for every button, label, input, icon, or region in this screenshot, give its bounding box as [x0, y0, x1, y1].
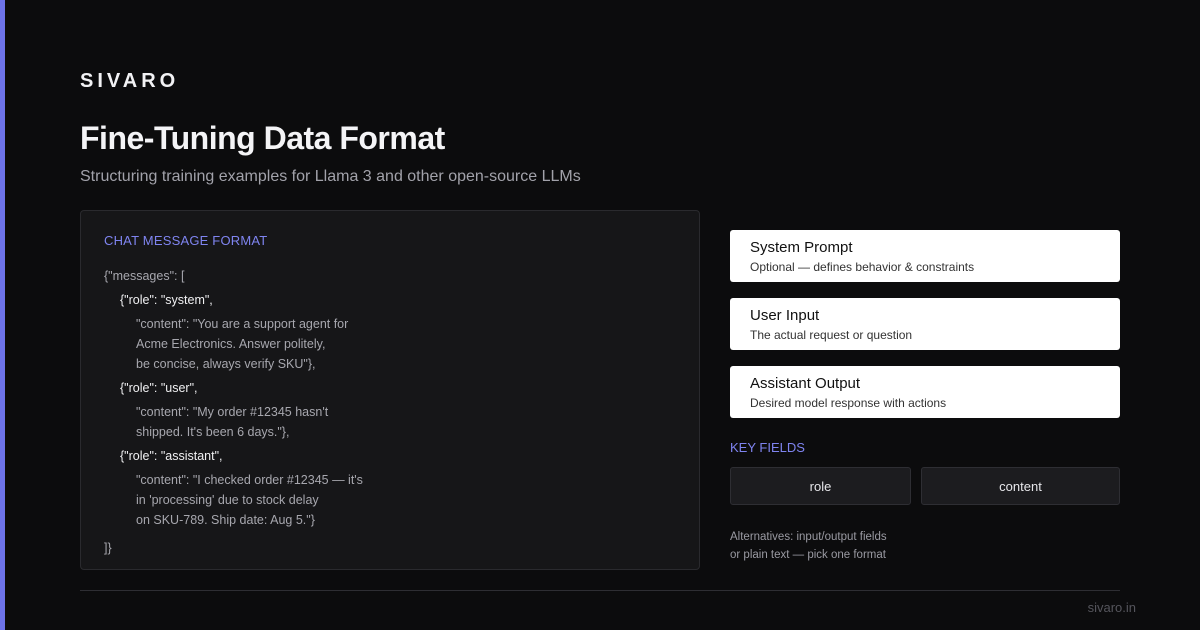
code-line: shipped. It's been 6 days."},	[136, 425, 290, 439]
left-accent-bar	[0, 0, 5, 630]
code-line-role-user: {"role": "user",	[120, 381, 198, 395]
card-description: The actual request or question	[750, 328, 913, 342]
card-system-prompt: System Prompt Optional — defines behavio…	[730, 230, 1120, 282]
code-line: on SKU-789. Ship date: Aug 5."}	[136, 513, 315, 527]
alternatives-line-2: or plain text — pick one format	[730, 549, 886, 561]
code-line: {"messages": [	[104, 269, 185, 283]
code-line: be concise, always verify SKU"},	[136, 357, 316, 371]
card-heading: User Input	[750, 307, 820, 324]
code-line: "content": "I checked order #12345 — it'…	[136, 473, 363, 487]
alternatives-note: Alternatives: input/output fields or pla…	[730, 528, 887, 564]
code-line: in 'processing' due to stock delay	[136, 493, 319, 507]
code-panel: CHAT MESSAGE FORMAT {"messages": [ {"rol…	[80, 210, 700, 570]
alternatives-line-1: Alternatives: input/output fields	[730, 531, 887, 543]
key-fields-label: KEY FIELDS	[730, 440, 805, 455]
code-line: Acme Electronics. Answer politely,	[136, 337, 326, 351]
code-line: ]}	[104, 541, 112, 555]
card-heading: Assistant Output	[750, 375, 861, 392]
code-line: "content": "You are a support agent for	[136, 317, 349, 331]
card-assistant-output: Assistant Output Desired model response …	[730, 366, 1120, 418]
key-field-content: content	[921, 467, 1120, 505]
code-line-role-assistant: {"role": "assistant",	[120, 449, 223, 463]
code-line-role-system: {"role": "system",	[120, 293, 213, 307]
code-line: "content": "My order #12345 hasn't	[136, 405, 329, 419]
footer-divider	[80, 590, 1120, 591]
card-heading: System Prompt	[750, 239, 853, 256]
footer-url: sivaro.in	[1087, 600, 1136, 615]
page-title: Fine-Tuning Data Format	[80, 120, 445, 156]
page-subtitle: Structuring training examples for Llama …	[80, 168, 581, 185]
brand-logo: SIVARO	[80, 70, 180, 92]
key-field-role: role	[730, 467, 911, 505]
card-user-input: User Input The actual request or questio…	[730, 298, 1120, 350]
code-panel-label: CHAT MESSAGE FORMAT	[104, 233, 268, 248]
card-description: Desired model response with actions	[750, 396, 947, 410]
card-description: Optional — defines behavior & constraint…	[750, 260, 975, 274]
